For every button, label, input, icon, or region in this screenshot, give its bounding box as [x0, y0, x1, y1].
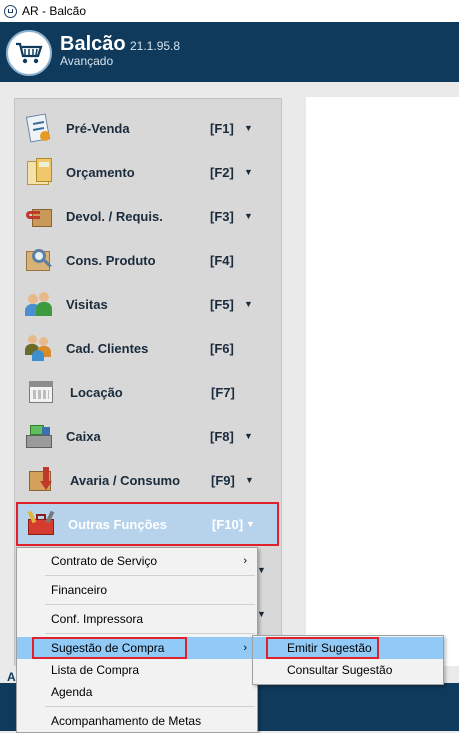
menu-separator	[45, 575, 255, 576]
menu-option-acompanhamento-metas[interactable]: Acompanhamento de Metas	[17, 710, 257, 732]
option-label: Consultar Sugestão	[287, 663, 393, 677]
dropdown-arrow-icon: ▼	[257, 565, 266, 575]
outras-funcoes-menu: Contrato de Serviço › Financeiro Conf. I…	[16, 547, 258, 733]
option-label: Acompanhamento de Metas	[51, 714, 202, 728]
menu-item-locacao[interactable]: Locação [F7]	[16, 373, 280, 411]
shortcut-key: [F10]	[212, 516, 244, 532]
shortcut-key: [F6]	[210, 340, 234, 356]
option-label: Conf. Impressora	[51, 612, 144, 626]
clipboard-icon	[24, 113, 54, 143]
menu-label: Visitas	[66, 296, 108, 312]
magnifier-icon	[24, 245, 54, 275]
submenu-arrow-icon: ›	[243, 642, 247, 654]
menu-option-lista-compra[interactable]: Lista de Compra	[17, 659, 257, 681]
status-text: A	[7, 670, 16, 684]
highlight-box	[32, 637, 187, 659]
menu-separator	[45, 604, 255, 605]
highlight-box	[266, 637, 379, 659]
menu-option-contrato-servico[interactable]: Contrato de Serviço ›	[17, 550, 257, 572]
menu-separator	[45, 633, 255, 634]
clients-icon	[24, 333, 54, 363]
menu-item-devol-requis[interactable]: Devol. / Requis. [F3] ▼	[16, 197, 280, 235]
option-label: Lista de Compra	[51, 663, 140, 677]
menu-item-cons-produto[interactable]: Cons. Produto [F4]	[16, 241, 280, 279]
menu-item-orcamento[interactable]: Orçamento [F2] ▼	[16, 153, 280, 191]
sugestao-compra-submenu: Emitir Sugestão Consultar Sugestão	[252, 635, 444, 685]
menu-item-pre-venda[interactable]: Pré-Venda [F1] ▼	[16, 109, 280, 147]
menu-label: Devol. / Requis.	[66, 208, 163, 224]
menu-item-caixa[interactable]: Caixa [F8] ▼	[16, 417, 280, 455]
shortcut-key: [F4]	[210, 252, 234, 268]
menu-separator	[45, 706, 255, 707]
content-pane	[306, 97, 459, 677]
app-name: Balcão	[60, 33, 126, 55]
dropdown-arrow-icon[interactable]: ▼	[245, 475, 254, 485]
app-edition: Avançado	[60, 54, 114, 68]
dropdown-arrow-icon[interactable]: ▼	[244, 123, 253, 133]
menu-label: Avaria / Consumo	[70, 472, 181, 488]
shortcut-key: [F3]	[210, 208, 234, 224]
menu-option-financeiro[interactable]: Financeiro	[17, 579, 257, 601]
menu-label: Cad. Clientes	[66, 340, 149, 356]
shortcut-key: [F1]	[210, 120, 234, 136]
cash-register-icon	[24, 421, 54, 451]
calculator-icon	[24, 157, 54, 187]
shopping-cart-icon	[6, 30, 52, 76]
submenu-arrow-icon: ›	[243, 555, 247, 567]
shortcut-key: [F9]	[211, 472, 235, 488]
toolbox-icon	[26, 509, 56, 539]
dropdown-arrow-icon[interactable]: ▼	[246, 519, 255, 529]
menu-option-sugestao-compra[interactable]: Sugestão de Compra ›	[17, 637, 257, 659]
option-label: Contrato de Serviço	[51, 554, 158, 568]
menu-option-emitir-sugestao[interactable]: Emitir Sugestão	[253, 637, 443, 659]
dropdown-arrow-icon[interactable]: ▼	[244, 211, 253, 221]
dropdown-arrow-icon: ▼	[257, 609, 266, 619]
menu-item-outras-funcoes[interactable]: Outras Funções [F10] ▼	[16, 502, 279, 546]
menu-label: Locação	[70, 384, 123, 400]
window-title: AR - Balcão	[22, 4, 87, 18]
shortcut-key: [F7]	[211, 384, 235, 400]
menu-option-conf-impressora[interactable]: Conf. Impressora	[17, 608, 257, 630]
calendar-icon	[27, 377, 57, 407]
shortcut-key: [F2]	[210, 164, 234, 180]
damaged-box-icon	[27, 465, 57, 495]
dropdown-arrow-icon[interactable]: ▼	[244, 167, 253, 177]
menu-label: Outras Funções	[68, 516, 167, 532]
dropdown-arrow-icon[interactable]: ▼	[244, 299, 253, 309]
option-label: Financeiro	[51, 583, 108, 597]
menu-label: Orçamento	[66, 164, 135, 180]
menu-option-agenda[interactable]: Agenda	[17, 681, 257, 703]
window-titlebar: AR - Balcão	[0, 0, 459, 22]
menu-label: Pré-Venda	[66, 120, 130, 136]
menu-option-consultar-sugestao[interactable]: Consultar Sugestão	[253, 659, 443, 681]
people-icon	[24, 289, 54, 319]
shortcut-key: [F5]	[210, 296, 234, 312]
menu-item-visitas[interactable]: Visitas [F5] ▼	[16, 285, 280, 323]
menu-label: Caixa	[66, 428, 101, 444]
return-box-icon	[24, 201, 54, 231]
app-header: Balcão 21.1.95.8 Avançado	[0, 22, 459, 82]
app-icon	[4, 4, 17, 18]
menu-item-cad-clientes[interactable]: Cad. Clientes [F6]	[16, 329, 280, 367]
dropdown-arrow-icon[interactable]: ▼	[244, 431, 253, 441]
shortcut-key: [F8]	[210, 428, 234, 444]
option-label: Agenda	[51, 685, 93, 699]
menu-label: Cons. Produto	[66, 252, 156, 268]
menu-item-avaria-consumo[interactable]: Avaria / Consumo [F9] ▼	[16, 461, 280, 499]
app-version: 21.1.95.8	[130, 39, 181, 53]
